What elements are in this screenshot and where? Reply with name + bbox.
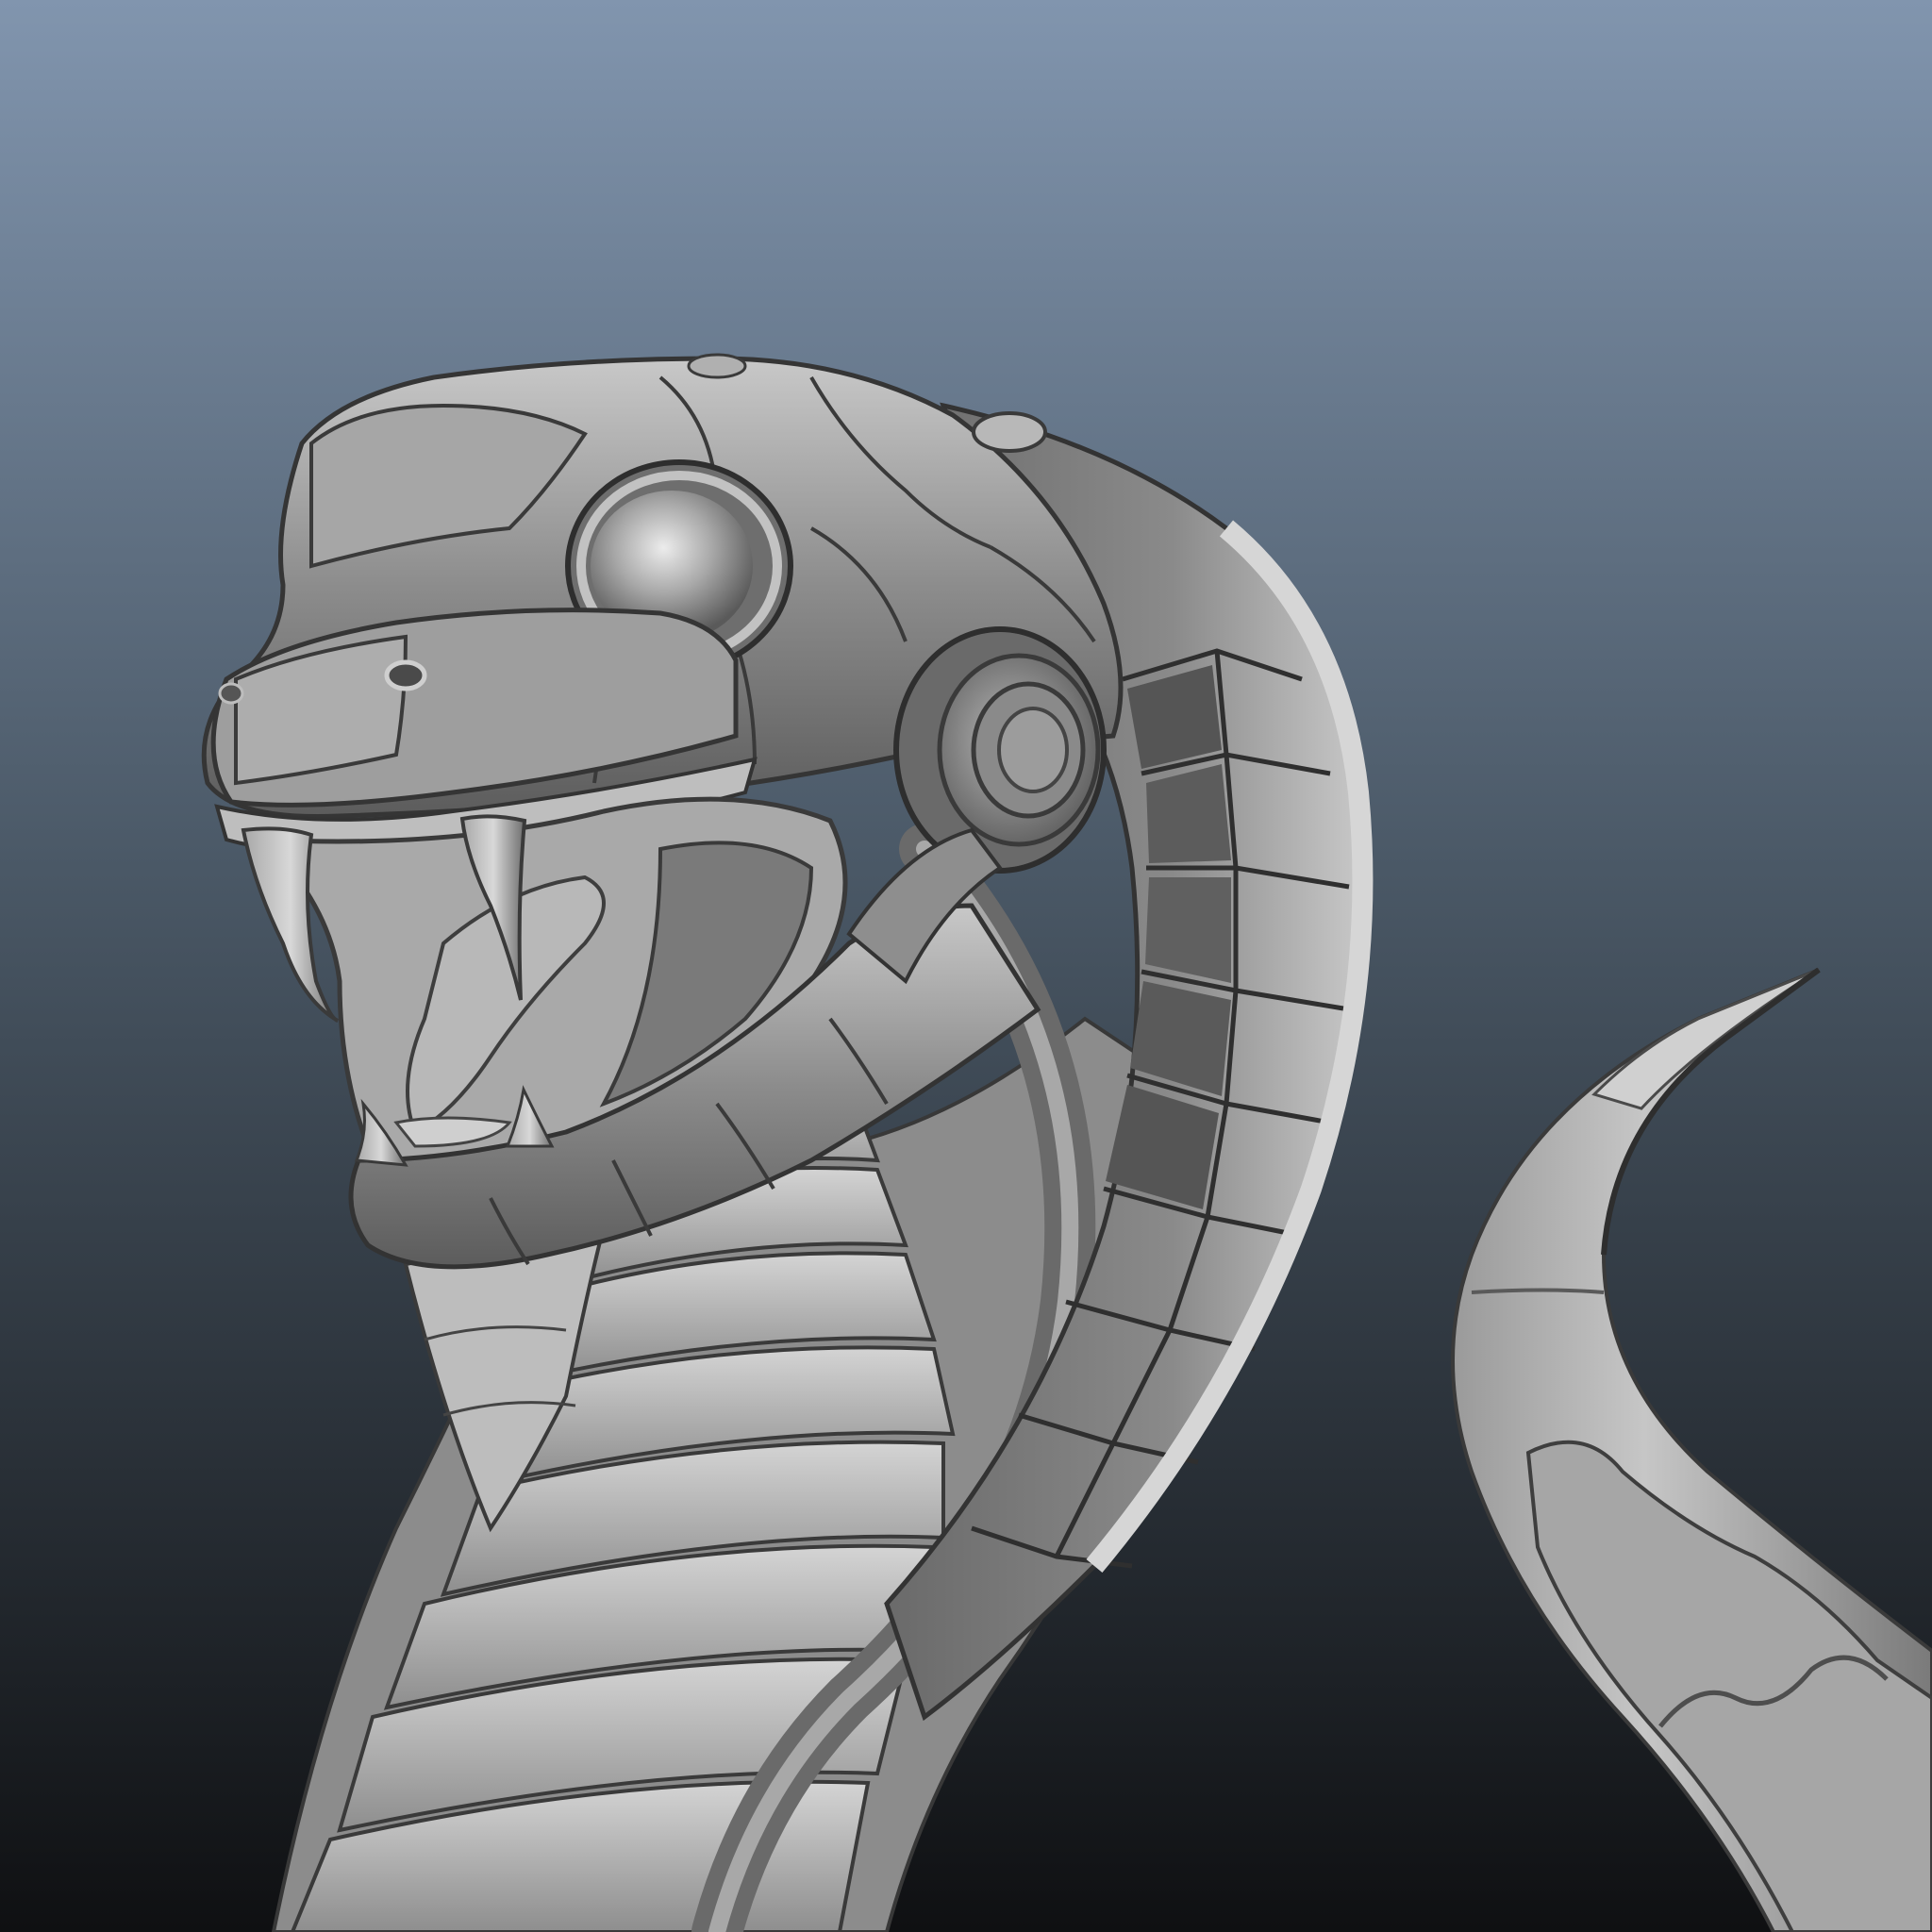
head-bolt	[972, 411, 1047, 453]
nostril	[218, 682, 244, 705]
nostril	[384, 659, 427, 691]
side-disc	[893, 626, 1107, 874]
snake-head	[201, 353, 1124, 874]
viewport	[0, 0, 1932, 1932]
render-canvas	[0, 0, 1932, 1932]
disc-center	[997, 707, 1069, 793]
head-bolt	[687, 353, 747, 379]
